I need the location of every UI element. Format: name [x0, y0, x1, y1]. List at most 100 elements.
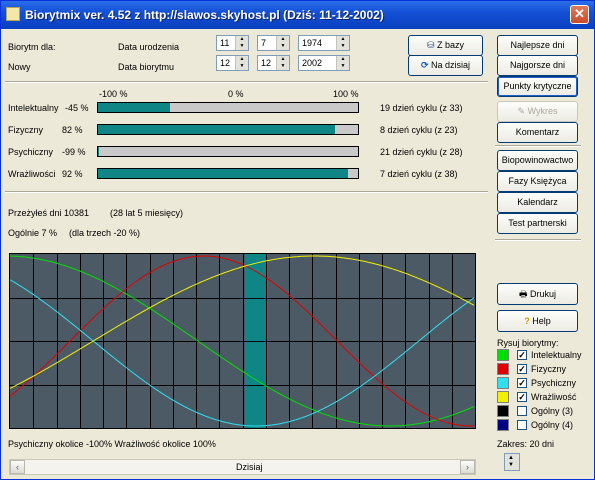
cycle-bar-intelektualny	[97, 102, 359, 113]
status-text: Psychiczny okolice -100% Wrażliwość okol…	[8, 439, 216, 449]
scale-left-label: -100 %	[99, 89, 128, 99]
biorytm-dla-label: Biorytm dla:	[8, 42, 56, 52]
bio-year-spinner[interactable]: 2002 ▲ ▼	[298, 55, 350, 71]
chevron-right-icon: ›	[466, 462, 469, 472]
legend-label: Ogólny (3)	[531, 406, 574, 416]
punkty-krytyczne-button[interactable]: Punkty krytyczne	[497, 76, 578, 97]
chevron-left-icon: ‹	[16, 462, 19, 472]
scroll-left-button[interactable]: ‹	[10, 460, 25, 474]
zakres-label: Zakres: 20 dni	[497, 439, 555, 449]
overall-detail: (dla trzech -20 %)	[69, 228, 141, 238]
person-name: Nowy	[8, 62, 31, 72]
cycle-info-intelektualny: 19 dzień cyklu (z 33)	[380, 103, 463, 113]
legend-checkbox[interactable]: ✓	[517, 350, 527, 360]
color-swatch	[497, 363, 509, 375]
spinner-arrows-icon[interactable]: ▲ ▼	[235, 56, 248, 70]
days-lived-detail: (28 lat 5 miesięcy)	[110, 208, 184, 218]
najgorsze-dni-button[interactable]: Najgorsze dni	[497, 55, 578, 76]
bio-date-label: Data biorytmu	[118, 62, 175, 72]
spinner-arrows-icon[interactable]: ▲ ▼	[336, 36, 349, 50]
spinner-arrows-icon[interactable]: ▲ ▼	[336, 56, 349, 70]
fazy-ksiezyca-button[interactable]: Fazy Księżyca	[497, 171, 578, 192]
overall-text: Ogólnie 7 %	[8, 228, 58, 238]
date-scrollbar[interactable]: ‹ Dzisiaj ›	[9, 459, 476, 475]
rysuj-biorytmy-label: Rysuj biorytmy:	[497, 338, 559, 348]
biorhythm-chart[interactable]	[9, 253, 476, 429]
color-swatch	[497, 405, 509, 417]
separator	[5, 81, 488, 83]
z-bazy-button[interactable]: ⛁ Z bazy	[408, 35, 483, 56]
color-swatch	[497, 377, 509, 389]
bio-day-spinner[interactable]: 12 ▲ ▼	[216, 55, 249, 71]
cycle-info-fizyczny: 8 dzień cyklu (z 23)	[380, 125, 458, 135]
legend-checkbox[interactable]: ✓	[517, 378, 527, 388]
window-title: Biorytmix ver. 4.52 z http://slawos.skyh…	[25, 8, 384, 22]
wykres-button[interactable]: ✎ Wykres	[497, 101, 578, 122]
legend-checkbox[interactable]	[517, 406, 527, 416]
legend-label: Psychiczny	[531, 378, 577, 388]
legend-checkbox[interactable]: ✓	[517, 392, 527, 402]
help-button[interactable]: ? Help	[497, 310, 578, 332]
cycle-percent-fizyczny: 82 %	[62, 125, 83, 135]
separator	[495, 239, 581, 241]
najlepsze-dni-button[interactable]: Najlepsze dni	[497, 35, 578, 56]
curve-psychiczny	[10, 279, 475, 427]
birth-year-spinner[interactable]: 1974 ▲ ▼	[298, 35, 350, 51]
legend-label: Ogólny (4)	[531, 420, 574, 430]
cycle-bar-fill	[98, 169, 348, 178]
biopowinowactwo-button[interactable]: Biopowinowactwo	[497, 150, 578, 171]
cycle-percent-psychiczny: -99 %	[62, 147, 86, 157]
cycle-bar-fizyczny	[97, 124, 359, 135]
color-swatch	[497, 419, 509, 431]
spinner-arrows-icon[interactable]: ▲ ▼	[276, 56, 289, 70]
refresh-icon: ⟳	[420, 60, 432, 70]
separator	[495, 145, 581, 147]
birth-date-label: Data urodzenia	[118, 42, 180, 52]
scroll-label: Dzisiaj	[236, 462, 263, 472]
close-button[interactable]: ✕	[570, 5, 589, 24]
spinner-arrows-icon: ▲ ▼	[508, 455, 514, 468]
cycle-bar-wrazliwosci	[97, 168, 359, 179]
legend-label: Fizyczny	[531, 364, 567, 374]
cycle-name-intelektualny: Intelektualny	[8, 103, 59, 113]
spinner-arrows-icon[interactable]: ▲ ▼	[276, 36, 289, 50]
cycle-percent-wrazliwosci: 92 %	[62, 169, 83, 179]
na-dzisiaj-button[interactable]: ⟳ Na dzisiaj	[408, 55, 483, 76]
curve-wrazliwosc	[10, 255, 475, 389]
close-icon: ✕	[574, 6, 585, 21]
cycle-bar-fill	[98, 103, 170, 112]
test-partnerski-button[interactable]: Test partnerski	[497, 213, 578, 234]
zakres-spinner[interactable]: ▲ ▼	[504, 453, 520, 471]
cycle-bar-psychiczny	[97, 146, 359, 157]
komentarz-button[interactable]: Komentarz	[497, 122, 578, 143]
separator	[5, 191, 488, 193]
cycle-bar-fill	[98, 125, 335, 134]
cycle-name-psychiczny: Psychiczny	[8, 147, 54, 157]
kalendarz-button[interactable]: Kalendarz	[497, 192, 578, 213]
cycle-name-fizyczny: Fizyczny	[8, 125, 44, 135]
chart-icon: ✎	[517, 106, 528, 116]
legend-label: Wrażliwość	[531, 392, 577, 402]
spinner-arrows-icon[interactable]: ▲ ▼	[235, 36, 248, 50]
cycle-name-wrazliwosci: Wrażliwości	[8, 169, 56, 179]
color-swatch	[497, 349, 509, 361]
app-window: Biorytmix ver. 4.52 z http://slawos.skyh…	[0, 0, 595, 480]
app-icon	[6, 7, 20, 21]
bio-month-spinner[interactable]: 12 ▲ ▼	[257, 55, 290, 71]
printer-icon: 🖶	[518, 289, 530, 299]
birth-month-spinner[interactable]: 7 ▲ ▼	[257, 35, 290, 51]
cycle-percent-intelektualny: -45 %	[65, 103, 89, 113]
cycle-info-psychiczny: 21 dzień cyklu (z 28)	[380, 147, 463, 157]
drukuj-button[interactable]: 🖶 Drukuj	[497, 283, 578, 305]
birth-day-spinner[interactable]: 11 ▲ ▼	[216, 35, 249, 51]
database-icon: ⛁	[426, 40, 438, 50]
color-swatch	[497, 391, 509, 403]
biorhythm-chart-svg	[10, 254, 475, 428]
scroll-right-button[interactable]: ›	[460, 460, 475, 474]
title-bar: Biorytmix ver. 4.52 z http://slawos.skyh…	[1, 1, 594, 29]
legend-checkbox[interactable]	[517, 420, 527, 430]
legend-label: Intelektualny	[531, 350, 582, 360]
days-lived-text: Przeżyłeś dni 10381	[8, 208, 90, 218]
legend-checkbox[interactable]: ✓	[517, 364, 527, 374]
cycle-info-wrazliwosci: 7 dzień cyklu (z 38)	[380, 169, 458, 179]
